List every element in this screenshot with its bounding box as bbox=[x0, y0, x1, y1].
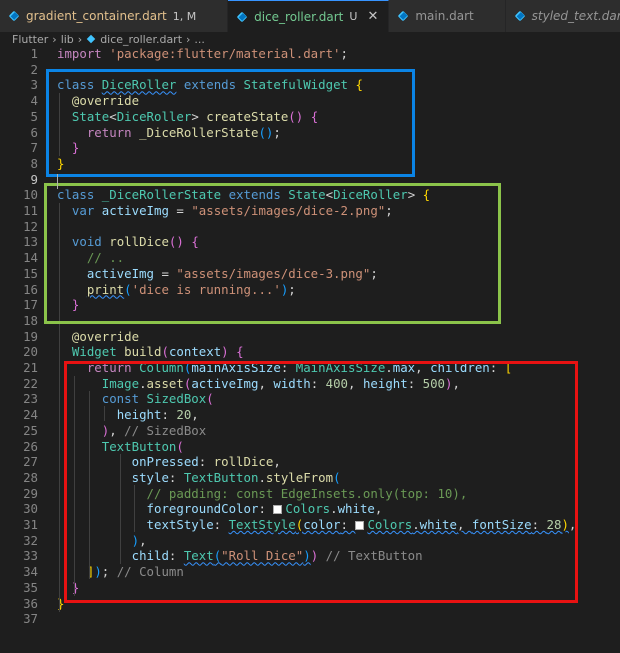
code-token: ; bbox=[340, 46, 348, 61]
tab-dice-roller-dart[interactable]: dice_roller.dart U ✕ bbox=[228, 0, 390, 32]
dart-file-icon bbox=[397, 10, 409, 22]
line-number: 30 bbox=[23, 501, 38, 517]
line-number: 14 bbox=[23, 250, 38, 266]
code-token: ) bbox=[221, 344, 229, 360]
line-number: 23 bbox=[23, 391, 38, 407]
code-token: @override bbox=[71, 328, 140, 344]
dart-file-icon bbox=[8, 10, 20, 22]
line-number: 8 bbox=[30, 155, 38, 171]
line-number: 5 bbox=[30, 108, 38, 124]
code-token: Widget bbox=[71, 344, 117, 360]
line-number: 34 bbox=[23, 564, 38, 580]
line-number: 1 bbox=[30, 46, 38, 61]
line-number: 3 bbox=[30, 77, 38, 93]
tab-label: gradient_container.dart bbox=[26, 9, 167, 23]
line-number: 22 bbox=[23, 375, 38, 391]
line-number: 9 bbox=[30, 171, 38, 187]
line-number: 31 bbox=[23, 517, 38, 532]
highlight-box-state-roll-dice bbox=[44, 183, 501, 324]
text-cursor bbox=[57, 174, 58, 189]
highlight-box-dice-roller-widget bbox=[46, 69, 415, 177]
line-number: 33 bbox=[23, 548, 38, 564]
code-token: 'package:flutter/material.dart' bbox=[109, 46, 341, 61]
line-number: 19 bbox=[23, 328, 38, 344]
tab-label: styled_text.dart bbox=[531, 9, 620, 23]
breadcrumb-item-symbol[interactable]: ... bbox=[194, 33, 205, 46]
tab-label: dice_roller.dart bbox=[254, 9, 344, 24]
line-number: 13 bbox=[23, 234, 38, 250]
line-number: 24 bbox=[23, 407, 38, 423]
tab-status-badge: U bbox=[349, 10, 358, 23]
tab-status-badge: 1, M bbox=[172, 9, 197, 23]
code-line[interactable]: 20 Widget build(context) { bbox=[0, 344, 620, 360]
highlight-box-build-column bbox=[64, 361, 578, 603]
line-number: 16 bbox=[23, 281, 38, 297]
breadcrumb-separator-icon: › bbox=[186, 32, 191, 46]
code-token: import bbox=[57, 46, 102, 61]
close-icon[interactable]: ✕ bbox=[367, 9, 378, 24]
code-line[interactable]: 1 import 'package:flutter/material.dart'; bbox=[0, 46, 620, 62]
code-line[interactable]: 19 @override bbox=[0, 329, 620, 345]
line-number: 7 bbox=[30, 140, 38, 156]
line-number: 2 bbox=[30, 61, 38, 77]
line-number: 25 bbox=[23, 422, 38, 438]
line-number: 10 bbox=[23, 187, 38, 203]
line-number: 11 bbox=[23, 203, 38, 218]
line-number: 32 bbox=[23, 532, 38, 548]
line-number: 37 bbox=[23, 611, 38, 627]
line-number: 35 bbox=[23, 579, 38, 595]
line-number: 12 bbox=[23, 218, 38, 234]
line-number: 21 bbox=[23, 360, 38, 375]
tab-main-dart[interactable]: main.dart ✕ bbox=[389, 0, 506, 32]
code-token: { bbox=[236, 344, 244, 360]
tab-label: main.dart bbox=[415, 9, 474, 23]
breadcrumb-item-flutter[interactable]: Flutter bbox=[12, 33, 48, 46]
line-number: 15 bbox=[23, 265, 38, 281]
code-text: Widget build(context) { bbox=[57, 344, 244, 360]
line-number: 17 bbox=[23, 297, 38, 313]
breadcrumb: Flutter › lib › dice_roller.dart › ... bbox=[0, 32, 620, 46]
code-line[interactable]: 37 bbox=[0, 611, 620, 627]
tab-gradient-container-dart[interactable]: gradient_container.dart 1, M ✕ bbox=[0, 0, 229, 32]
breadcrumb-item-lib[interactable]: lib bbox=[61, 33, 74, 46]
editor-tab-bar: gradient_container.dart1, M✕dice_roller.… bbox=[0, 0, 620, 32]
code-token: ( bbox=[161, 344, 169, 360]
breadcrumb-separator-icon: › bbox=[52, 32, 57, 46]
dart-file-icon bbox=[86, 34, 96, 44]
code-text: @override bbox=[57, 329, 139, 345]
line-number: 18 bbox=[23, 312, 38, 328]
close-icon[interactable]: ✕ bbox=[206, 9, 217, 24]
dart-file-icon bbox=[514, 10, 526, 22]
code-token: build bbox=[124, 344, 162, 360]
dart-file-icon bbox=[236, 11, 248, 23]
line-number: 4 bbox=[30, 93, 38, 109]
line-number: 20 bbox=[23, 344, 38, 360]
line-number: 28 bbox=[23, 469, 38, 485]
code-editor[interactable]: 37 36} 35 } 34 ]); // Column 33 child: Text(… bbox=[0, 46, 620, 653]
line-number: 27 bbox=[23, 454, 38, 470]
line-number: 36 bbox=[23, 595, 38, 611]
tab-styled-text-dart[interactable]: styled_text.dart✕ bbox=[505, 0, 620, 32]
breadcrumb-item-file[interactable]: dice_roller.dart bbox=[100, 33, 182, 46]
line-number: 26 bbox=[23, 438, 38, 454]
line-number: 6 bbox=[30, 124, 38, 140]
code-token: context bbox=[168, 344, 222, 360]
breadcrumb-separator-icon: › bbox=[77, 32, 83, 46]
close-icon[interactable]: ✕ bbox=[484, 9, 495, 24]
line-number: 29 bbox=[23, 485, 38, 501]
code-text: import 'package:flutter/material.dart'; bbox=[57, 46, 348, 62]
